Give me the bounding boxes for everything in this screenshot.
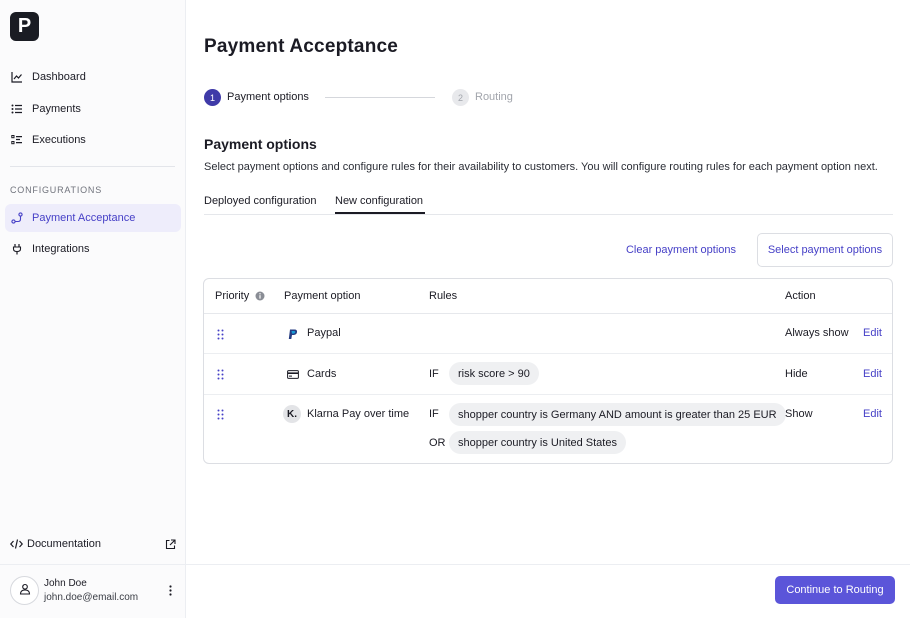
header-payment-option: Payment option: [284, 290, 361, 302]
sidebar-item-payments[interactable]: Payments: [5, 95, 181, 123]
sidebar: P Dashboard Payments Executions CONFIGUR…: [0, 0, 186, 618]
row-divider: [204, 394, 892, 395]
step-2-number: 2: [452, 89, 469, 106]
clear-payment-options-button[interactable]: Clear payment options: [612, 234, 750, 266]
select-payment-options-button[interactable]: Select payment options: [757, 233, 893, 267]
paypal-icon: [287, 328, 299, 340]
sidebar-divider: [10, 166, 175, 167]
tab-new-configuration[interactable]: New configuration: [335, 195, 423, 207]
more-options-icon[interactable]: [164, 583, 176, 597]
payment-option-name: Klarna Pay over time: [307, 408, 410, 420]
checklist-icon: [10, 133, 24, 147]
sidebar-item-label: Executions: [32, 134, 86, 146]
drag-handle-icon[interactable]: [217, 369, 225, 380]
rule-condition-pill[interactable]: shopper country is United States: [449, 431, 626, 454]
step-1-number: 1: [204, 89, 221, 106]
payment-options-table: Priority Payment option Rules Action Pay…: [203, 278, 893, 464]
section-heading: Payment options: [204, 136, 317, 152]
edit-button[interactable]: Edit: [863, 408, 882, 420]
step-1-label: Payment options: [227, 91, 309, 103]
payment-option-name: Cards: [307, 368, 337, 380]
rule-condition-pill[interactable]: shopper country is Germany AND amount is…: [449, 403, 786, 426]
sidebar-item-integrations[interactable]: Integrations: [5, 235, 181, 263]
sidebar-item-label: Integrations: [32, 243, 90, 255]
chart-icon: [10, 70, 24, 84]
section-description: Select payment options and configure rul…: [204, 161, 878, 173]
row-divider: [204, 353, 892, 354]
edit-button[interactable]: Edit: [863, 327, 882, 339]
user-email: john.doe@email.com: [44, 592, 139, 603]
sidebar-item-label: Payments: [32, 103, 81, 115]
edit-button[interactable]: Edit: [863, 368, 882, 380]
card-icon: [286, 369, 299, 379]
rule-condition-pill[interactable]: risk score > 90: [449, 362, 539, 385]
step-2-label: Routing: [475, 91, 513, 103]
active-tab-indicator: [335, 212, 425, 214]
sidebar-item-executions[interactable]: Executions: [5, 126, 181, 154]
rule-operator: IF: [429, 408, 439, 420]
documentation-link[interactable]: Documentation: [10, 536, 176, 552]
sidebar-item-dashboard[interactable]: Dashboard: [5, 63, 181, 91]
avatar[interactable]: [10, 576, 39, 605]
drag-handle-icon[interactable]: [217, 329, 225, 340]
info-icon[interactable]: [255, 291, 265, 304]
payment-option-name: Paypal: [307, 327, 341, 339]
continue-to-routing-button[interactable]: Continue to Routing: [775, 576, 895, 604]
footer-divider: [186, 564, 910, 565]
table-header: Priority Payment option Rules Action: [204, 279, 892, 314]
header-action: Action: [785, 290, 816, 302]
rule-operator: OR: [429, 437, 446, 449]
drag-handle-icon[interactable]: [217, 409, 225, 420]
sidebar-item-payment-acceptance[interactable]: Payment Acceptance: [5, 204, 181, 232]
sidebar-section-title: CONFIGURATIONS: [10, 185, 103, 195]
action-value: Hide: [785, 368, 808, 380]
action-value: Show: [785, 408, 813, 420]
user-name: John Doe: [44, 578, 87, 589]
user-divider: [0, 564, 186, 565]
stepper-connector: [325, 97, 435, 98]
rule-operator: IF: [429, 368, 439, 380]
header-rules: Rules: [429, 290, 458, 302]
documentation-label: Documentation: [27, 538, 101, 550]
klarna-icon: K.: [283, 405, 301, 423]
page-title: Payment Acceptance: [204, 36, 399, 57]
sidebar-item-label: Payment Acceptance: [32, 212, 136, 224]
flow-icon: [10, 211, 24, 225]
tab-deployed-configuration[interactable]: Deployed configuration: [204, 195, 317, 207]
plug-icon: [10, 242, 24, 256]
header-priority: Priority: [215, 290, 250, 302]
tabs-divider: [204, 214, 893, 215]
sidebar-item-label: Dashboard: [32, 71, 86, 83]
user-icon: [19, 583, 31, 598]
external-link-icon[interactable]: [165, 538, 176, 550]
logo-letter: P: [17, 15, 32, 37]
app-logo[interactable]: P: [10, 12, 39, 41]
code-icon: [10, 538, 24, 550]
list-icon: [10, 102, 24, 116]
action-value: Always show: [785, 327, 849, 339]
